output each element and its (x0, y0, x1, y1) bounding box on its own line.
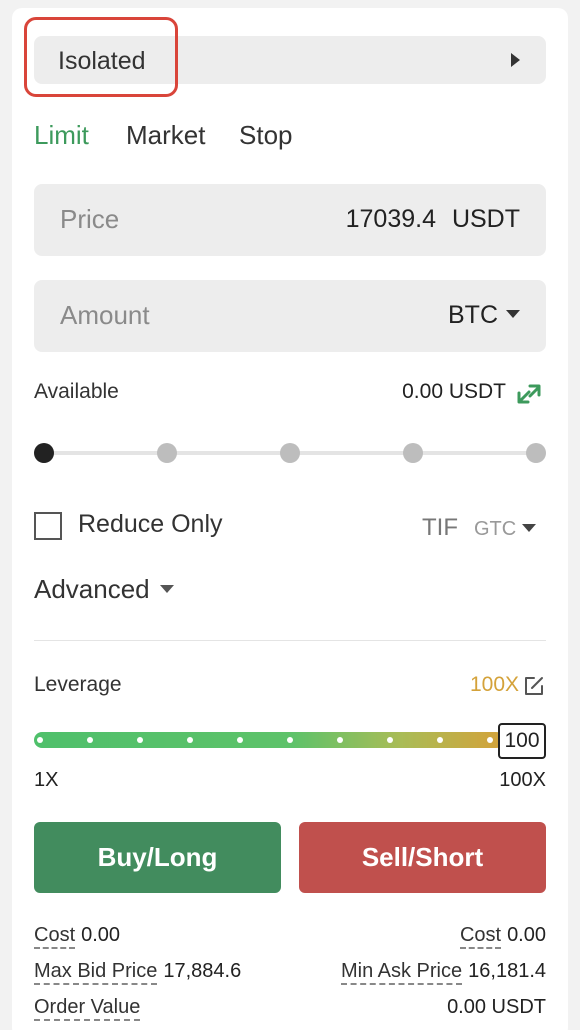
edit-icon[interactable] (523, 675, 545, 697)
leverage-tick-dot (37, 737, 43, 743)
highlight-annotation (24, 17, 178, 97)
max-bid-row: Max Bid Price 17,884.6 (34, 960, 242, 985)
caret-down-icon (159, 585, 174, 594)
buy-long-button[interactable]: Buy/Long (34, 822, 281, 893)
tab-market[interactable]: Market (126, 120, 205, 151)
tab-limit[interactable]: Limit (34, 120, 89, 151)
amount-input[interactable]: Amount BTC (34, 280, 546, 352)
sell-short-button[interactable]: Sell/Short (299, 822, 546, 893)
tif-label: TIF (422, 514, 458, 541)
amount-unit-select[interactable]: BTC (448, 301, 520, 330)
min-ask-row: Min Ask Price 16,181.4 (340, 960, 546, 985)
reduce-only-checkbox[interactable] (34, 512, 62, 540)
cost-left-value: 0.00 (81, 924, 121, 946)
min-ask-label[interactable]: Min Ask Price (340, 960, 463, 985)
transfer-icon[interactable] (514, 381, 544, 407)
leverage-max-label: 100X (499, 769, 546, 791)
leverage-tick-dot (137, 737, 143, 743)
price-placeholder: Price (60, 204, 120, 234)
price-unit: USDT (451, 205, 520, 233)
leverage-slider-track[interactable] (34, 732, 504, 748)
chevron-right-icon (511, 53, 520, 67)
leverage-tick-dot (287, 737, 293, 743)
order-value-row: Order Value (34, 996, 141, 1021)
tif-select[interactable]: GTC (474, 518, 537, 541)
cost-left-row: Cost 0.00 (34, 924, 121, 949)
order-value-label[interactable]: Order Value (34, 996, 141, 1021)
caret-down-icon (522, 524, 537, 533)
price-input[interactable]: Price 17039.4 USDT (34, 184, 546, 256)
advanced-toggle[interactable]: Advanced (34, 574, 174, 605)
tab-stop[interactable]: Stop (239, 120, 293, 151)
leverage-tick-dot (87, 737, 93, 743)
leverage-tick-dot (387, 737, 393, 743)
tif-value: GTC (474, 518, 517, 540)
amount-slider-dot[interactable] (280, 443, 300, 463)
available-value: 0.00 USDT (402, 380, 506, 403)
max-bid-value: 17,884.6 (163, 960, 242, 982)
leverage-value[interactable]: 100X (470, 673, 519, 697)
leverage-slider-handle[interactable]: 100 (498, 723, 546, 759)
cost-left-label[interactable]: Cost (34, 924, 76, 949)
caret-down-icon (506, 310, 520, 319)
leverage-tick-dot (237, 737, 243, 743)
cost-right-value: 0.00 (507, 924, 546, 946)
advanced-label: Advanced (34, 574, 150, 604)
cost-right-label[interactable]: Cost (459, 924, 502, 949)
leverage-tick-dot (337, 737, 343, 743)
leverage-tick-dot (487, 737, 493, 743)
divider (34, 640, 546, 641)
amount-slider-dot[interactable] (526, 443, 546, 463)
available-label: Available (34, 380, 119, 403)
amount-slider-dot[interactable] (157, 443, 177, 463)
leverage-label: Leverage (34, 673, 122, 696)
order-value-amount: 0.00 USDT (447, 996, 546, 1018)
min-ask-value: 16,181.4 (468, 960, 546, 982)
leverage-tick-dot (437, 737, 443, 743)
amount-unit: BTC (448, 301, 498, 329)
leverage-tick-dot (187, 737, 193, 743)
amount-placeholder: Amount (60, 300, 150, 330)
leverage-min-label: 1X (34, 769, 59, 791)
max-bid-label[interactable]: Max Bid Price (34, 960, 158, 985)
cost-right-row: Cost 0.00 (459, 924, 546, 949)
amount-slider-dot[interactable] (403, 443, 423, 463)
price-value: 17039.4 (345, 205, 436, 233)
reduce-only-label: Reduce Only (78, 510, 223, 538)
amount-slider-dot[interactable] (34, 443, 54, 463)
